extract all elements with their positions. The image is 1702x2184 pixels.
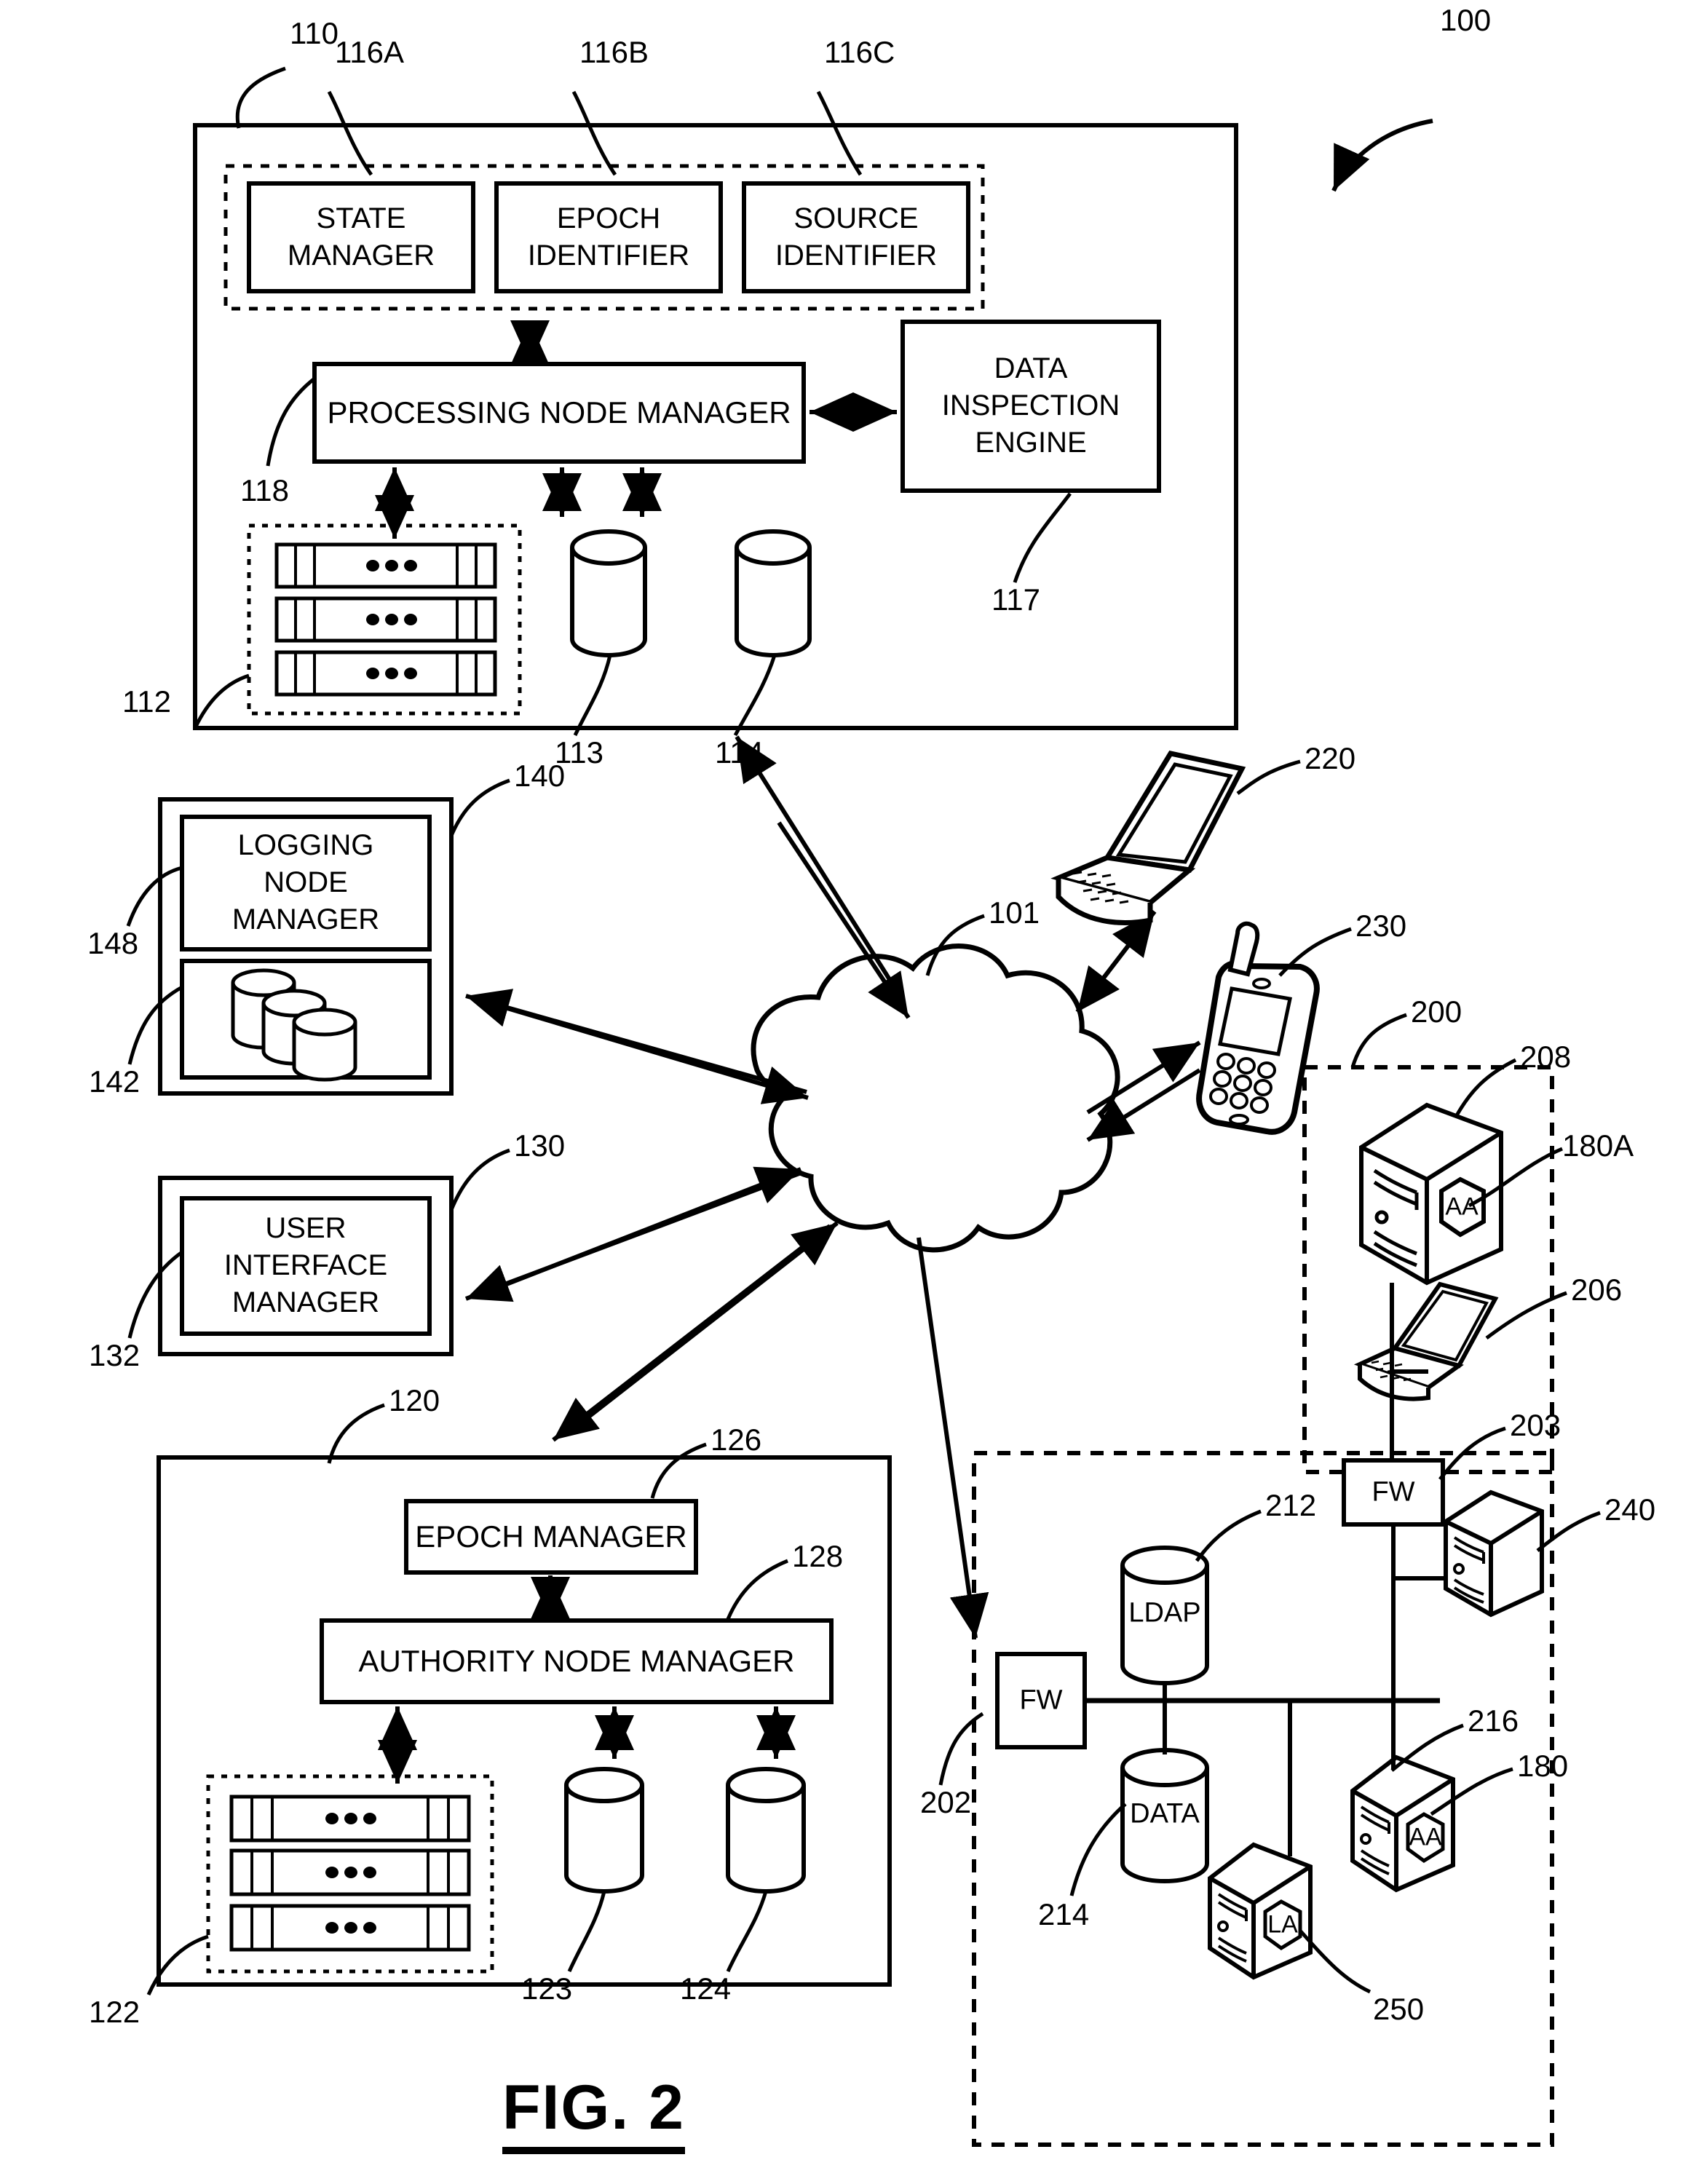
network-cloud	[751, 943, 1120, 1253]
authority-node-manager-label: AUTHORITY NODE MANAGER	[358, 1644, 795, 1679]
epoch-identifier-label: EPOCH IDENTIFIER	[527, 202, 690, 272]
state-manager-label: STATE MANAGER	[287, 202, 435, 272]
figure-caption: FIG. 2	[502, 2072, 685, 2154]
ldap-label: LDAP	[1128, 1597, 1201, 1629]
firewall-lan-label: FW	[1019, 1685, 1063, 1716]
ref-200: 200	[1411, 994, 1462, 1029]
ref-148: 148	[87, 926, 139, 960]
ref-124: 124	[680, 1971, 732, 2006]
ref-116b: 116B	[579, 35, 649, 69]
data-inspection-engine-label: DATA INSPECTION ENGINE	[941, 352, 1120, 459]
authority-rack-units	[229, 1795, 471, 1952]
patent-figure-2: 110 100 116A 116B 116C 118 117 112 113 1…	[0, 0, 1702, 2184]
ref-208: 208	[1520, 1040, 1572, 1074]
ref-140: 140	[514, 759, 566, 793]
figure-vector-layer	[126, 66, 1601, 2147]
ref-116a: 116A	[335, 35, 404, 69]
ref-214: 214	[1038, 1897, 1090, 1931]
processing-rack-units	[274, 542, 497, 697]
client-laptop-220	[1050, 751, 1246, 925]
la-badge-250: LA	[1267, 1910, 1298, 1939]
aa-badge-208: AA	[1445, 1192, 1479, 1221]
ref-202: 202	[920, 1785, 972, 1819]
epoch-manager-label: EPOCH MANAGER	[415, 1519, 687, 1554]
data-label: DATA	[1130, 1798, 1200, 1829]
db-113	[570, 529, 647, 657]
ref-128: 128	[792, 1539, 844, 1573]
ref-230: 230	[1355, 909, 1407, 943]
ref-114: 114	[715, 735, 764, 769]
ref-203: 203	[1510, 1408, 1562, 1442]
logging-storage-cylinders	[231, 968, 357, 1082]
ref-142: 142	[89, 1064, 140, 1099]
ref-206: 206	[1571, 1273, 1623, 1307]
db-123	[564, 1767, 644, 1894]
ref-112: 112	[122, 684, 171, 719]
ref-123: 123	[521, 1971, 573, 2006]
aa-badge-216: AA	[1409, 1823, 1442, 1851]
ref-130: 130	[514, 1128, 566, 1163]
ref-100: 100	[1440, 3, 1492, 37]
ref-126: 126	[711, 1423, 762, 1457]
ref-110: 110	[290, 16, 339, 50]
ref-117: 117	[991, 582, 1040, 617]
server-240	[1444, 1489, 1544, 1618]
ref-216: 216	[1468, 1704, 1519, 1738]
firewall-203-label: FW	[1372, 1476, 1415, 1508]
ref-122: 122	[89, 1995, 140, 2029]
server-laptop-206	[1353, 1281, 1499, 1401]
ref-116c: 116C	[824, 35, 895, 69]
processing-node-manager-label: PROCESSING NODE MANAGER	[327, 395, 791, 430]
source-identifier-label: SOURCE IDENTIFIER	[775, 202, 938, 272]
ref-120: 120	[389, 1383, 440, 1417]
ref-240: 240	[1604, 1492, 1656, 1527]
ref-220: 220	[1305, 741, 1356, 775]
ref-180a: 180A	[1562, 1128, 1634, 1163]
ref-132: 132	[89, 1338, 140, 1372]
db-124	[726, 1767, 806, 1894]
db-114	[735, 529, 812, 657]
ref-180: 180	[1517, 1749, 1569, 1783]
ref-118: 118	[240, 473, 289, 507]
ref-101: 101	[989, 895, 1040, 930]
ref-250: 250	[1373, 1992, 1425, 2026]
ref-212: 212	[1265, 1488, 1317, 1522]
logging-node-manager-label: LOGGING NODE MANAGER	[231, 829, 380, 936]
ui-node-manager-label: USER INTERFACE MANAGER	[223, 1212, 388, 1319]
processing-rack-group	[247, 523, 522, 716]
